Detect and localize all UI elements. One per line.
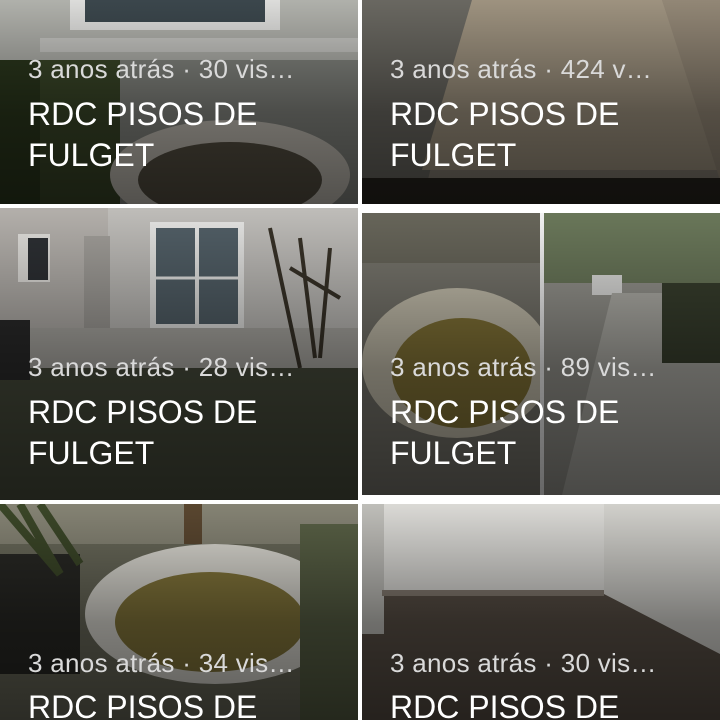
video-title[interactable]: RDC PISOS DE FULGET	[390, 94, 704, 176]
video-meta: 3 anos atrás · 424 v…	[390, 54, 653, 84]
video-title[interactable]: RDC PISOS DE	[28, 687, 342, 720]
video-card[interactable]: 3 anos atrás · 424 v… RDC PISOS DE FULGE…	[362, 0, 720, 204]
video-card[interactable]: 3 anos atrás · 89 vis… RDC PISOS DE FULG…	[362, 213, 720, 495]
video-card[interactable]: 3 anos atrás · 30 vis… RDC PISOS DE	[362, 504, 720, 720]
video-title[interactable]: RDC PISOS DE	[390, 687, 704, 720]
video-title[interactable]: RDC PISOS DE FULGET	[390, 392, 704, 474]
video-card[interactable]: 3 anos atrás · 34 vis… RDC PISOS DE	[0, 504, 358, 720]
video-meta: 3 anos atrás · 30 vis…	[390, 648, 657, 678]
video-card[interactable]: 3 anos atrás · 30 vis… RDC PISOS DE FULG…	[0, 0, 358, 204]
video-meta: 3 anos atrás · 28 vis…	[28, 352, 295, 382]
video-card[interactable]: 3 anos atrás · 28 vis… RDC PISOS DE FULG…	[0, 208, 358, 500]
video-title[interactable]: RDC PISOS DE FULGET	[28, 94, 342, 176]
video-title[interactable]: RDC PISOS DE FULGET	[28, 392, 342, 474]
video-grid: 3 anos atrás · 30 vis… RDC PISOS DE FULG…	[0, 0, 720, 720]
video-meta: 3 anos atrás · 34 vis…	[28, 648, 295, 678]
video-meta: 3 anos atrás · 30 vis…	[28, 54, 295, 84]
video-meta: 3 anos atrás · 89 vis…	[390, 352, 657, 382]
